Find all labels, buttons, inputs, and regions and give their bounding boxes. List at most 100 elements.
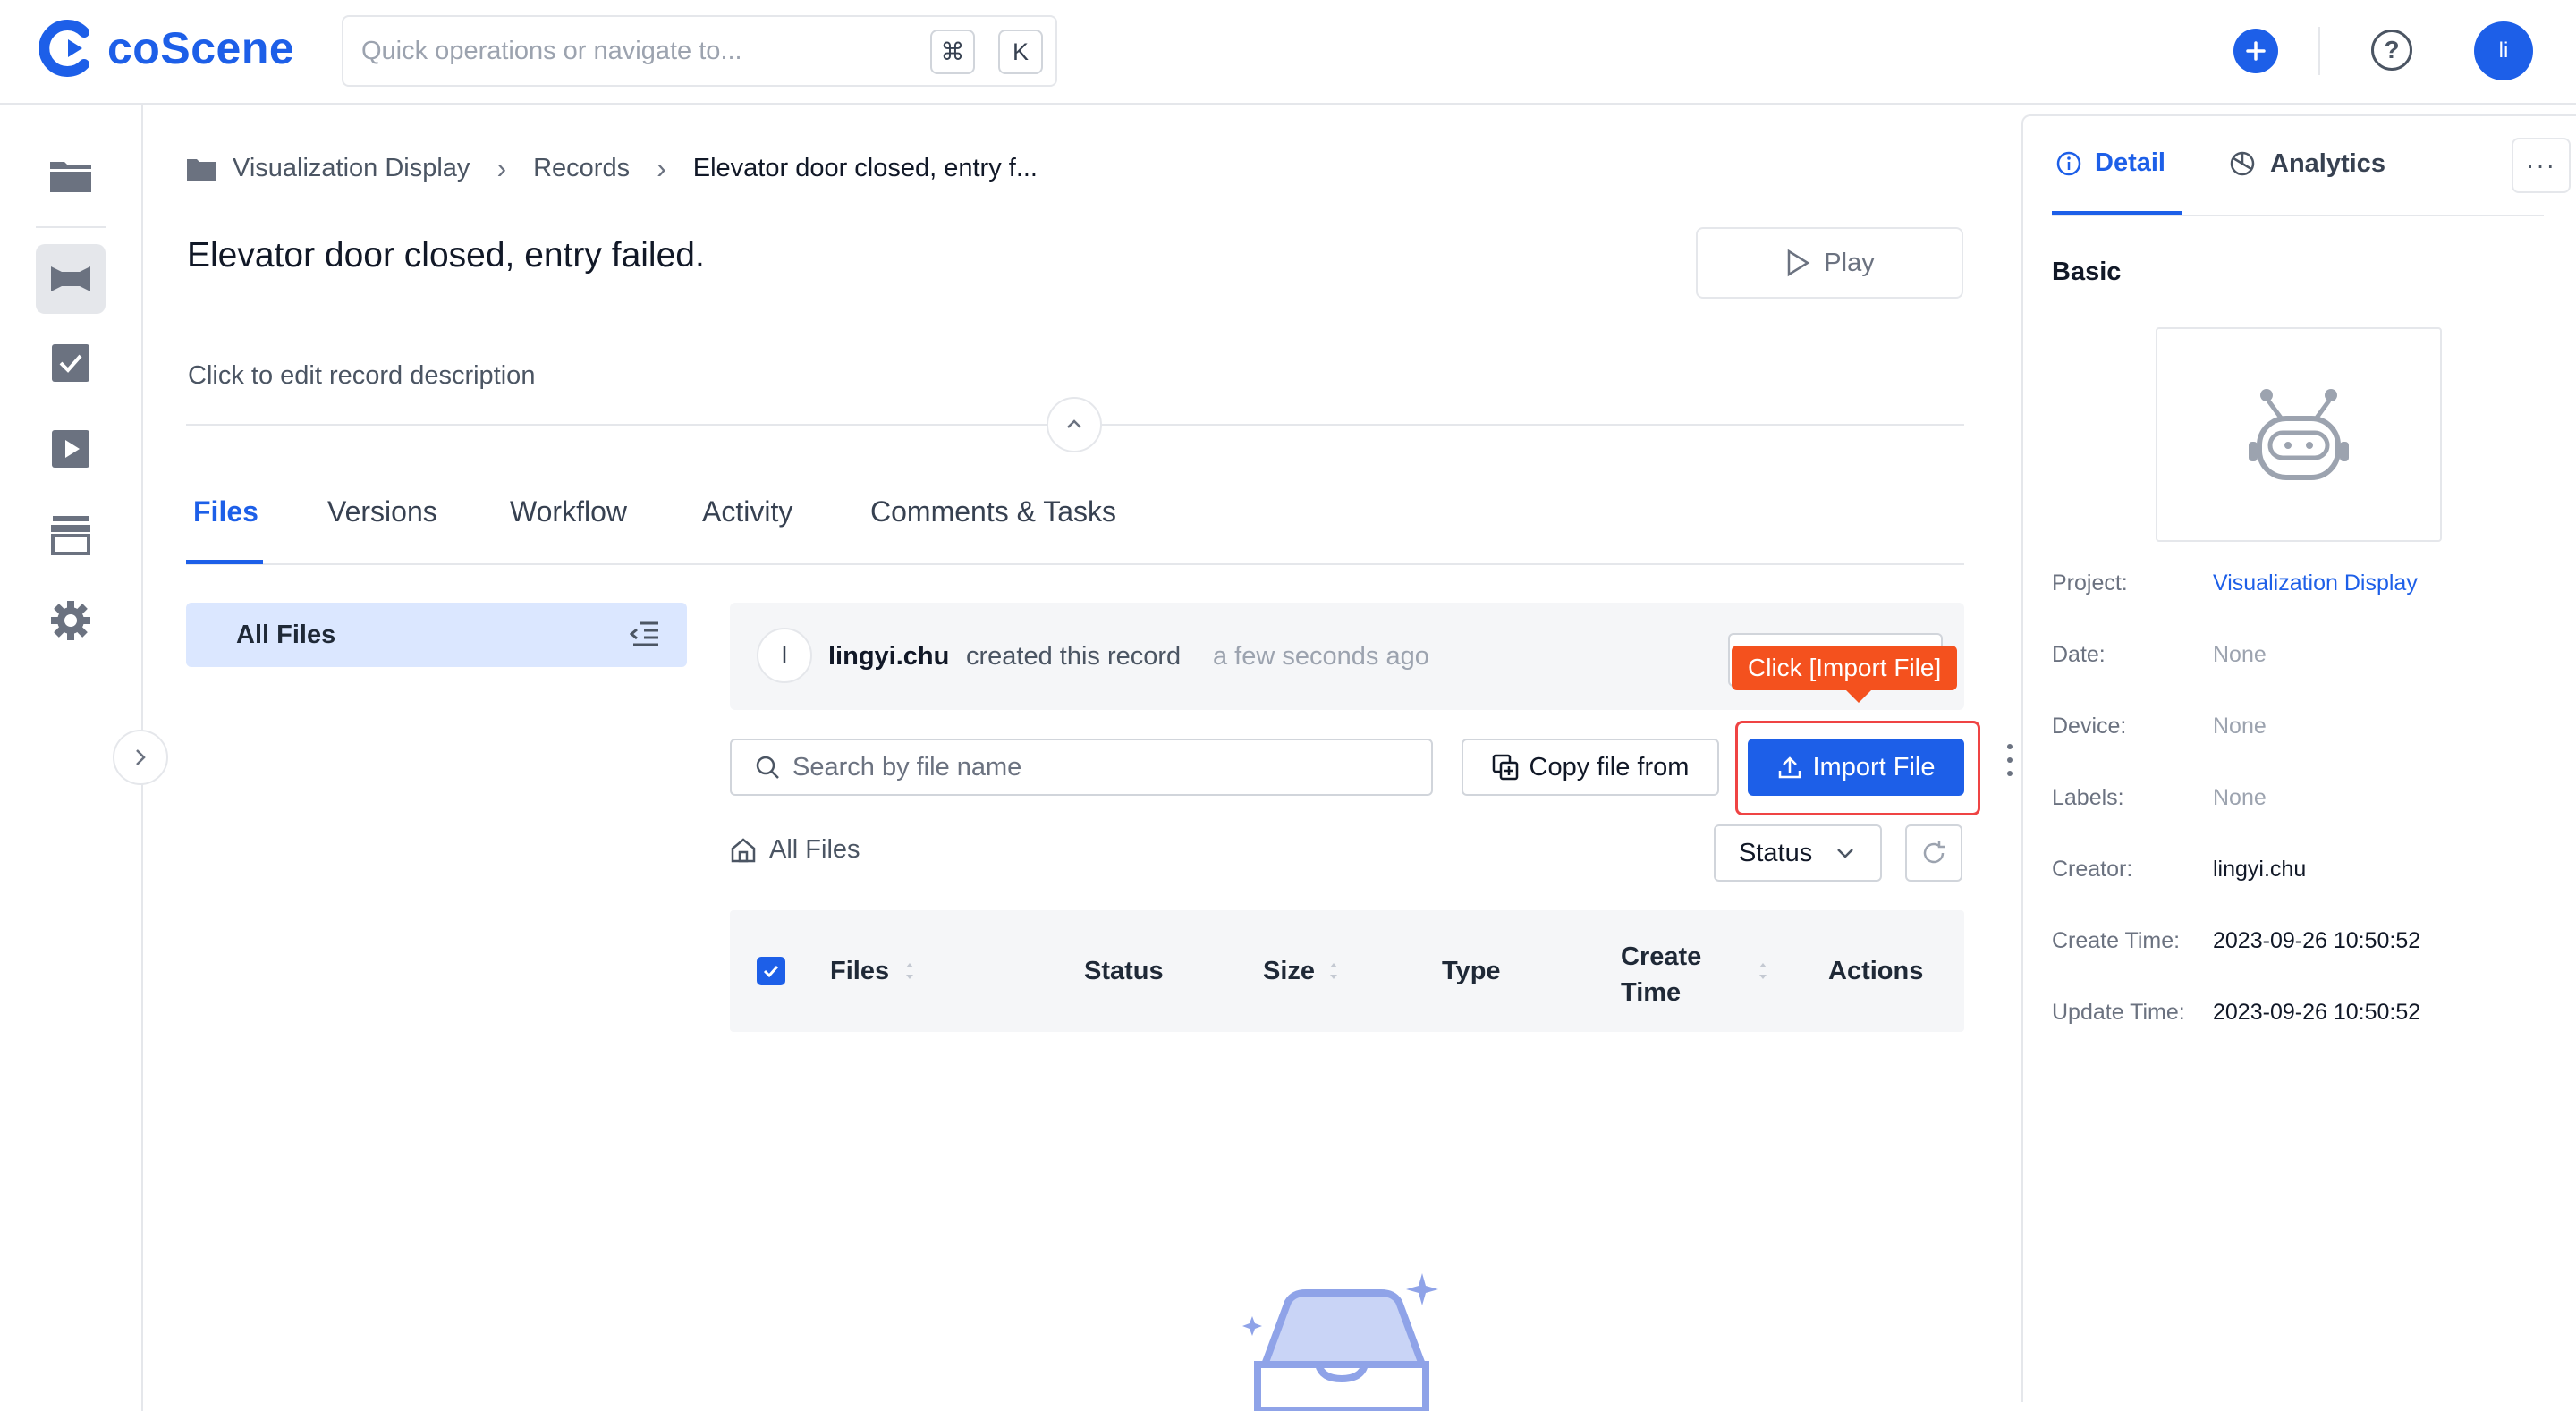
play-button[interactable]: Play (1696, 227, 1963, 299)
quick-search-placeholder: Quick operations or navigate to... (361, 36, 742, 65)
record-description[interactable]: Click to edit record description (188, 361, 535, 391)
analytics-icon (2230, 151, 2255, 176)
archive-icon (51, 516, 90, 555)
basic-section-title: Basic (2052, 258, 2122, 286)
play-icon (52, 430, 89, 468)
help-icon: ? (2384, 36, 2400, 63)
record-tabs: Files Versions Workflow Activity Comment… (186, 483, 1964, 565)
column-files[interactable]: Files (830, 957, 889, 986)
tab-detail-label: Detail (2095, 148, 2165, 177)
command-key: ⌘ (930, 30, 975, 74)
tab-activity[interactable]: Activity (702, 495, 792, 528)
sort-icon[interactable] (1757, 958, 1769, 984)
gear-icon (51, 601, 90, 640)
record-title[interactable]: Elevator door closed, entry failed. (187, 236, 705, 275)
chevron-up-icon (1067, 419, 1081, 428)
labels-label: Labels: (2052, 785, 2124, 810)
refresh-icon (1923, 841, 1945, 864)
plus-icon (2246, 41, 2266, 61)
nav-playback[interactable] (36, 414, 106, 484)
create-time-value: 2023-09-26 10:50:52 (2213, 928, 2421, 953)
file-search-input[interactable]: Search by file name (730, 739, 1433, 796)
nav-archive[interactable] (36, 500, 106, 570)
play-icon (1788, 249, 1810, 277)
sidebar-all-files[interactable]: All Files (186, 603, 687, 667)
collapse-description-button[interactable] (1046, 397, 1102, 452)
detail-tabs: Detail Analytics ··· (2052, 116, 2571, 216)
logo[interactable]: coScene (39, 20, 294, 77)
chevron-right-icon (136, 749, 146, 765)
breadcrumb: Visualization Display › Records › Elevat… (186, 152, 1038, 185)
info-icon (2056, 151, 2081, 175)
rail-separator (36, 226, 106, 228)
records-icon (51, 266, 90, 291)
quick-search-input[interactable]: Quick operations or navigate to... ⌘ K (342, 15, 1057, 87)
record-detail-panel: Detail Analytics ··· Basic Project: Visu… (2021, 114, 2576, 1402)
help-button[interactable]: ? (2371, 30, 2412, 71)
date-label: Date: (2052, 642, 2106, 667)
date-value[interactable]: None (2213, 642, 2267, 668)
column-size[interactable]: Size (1263, 957, 1315, 986)
files-table-header: Files Status Size Type Create Time Actio… (730, 910, 1964, 1032)
select-all-checkbox[interactable] (757, 957, 785, 985)
tab-files[interactable]: Files (193, 495, 258, 528)
chevron-right-icon: › (657, 152, 666, 184)
chevron-down-icon (1837, 849, 1854, 858)
file-path: All Files (730, 835, 860, 865)
status-filter-select[interactable]: Status (1714, 824, 1882, 882)
device-label: Device: (2052, 714, 2127, 739)
tab-detail[interactable]: Detail (2055, 148, 2165, 178)
search-icon (756, 756, 779, 779)
tasks-icon (52, 344, 89, 382)
nav-records[interactable] (36, 244, 106, 314)
active-detail-tab-indicator (2052, 211, 2182, 215)
tab-workflow[interactable]: Workflow (510, 495, 627, 528)
panel-resize-handle[interactable] (2005, 744, 2014, 776)
device-value[interactable]: None (2213, 714, 2267, 739)
expand-nav-button[interactable] (113, 730, 168, 785)
activity-user[interactable]: lingyi.chu (828, 642, 949, 672)
chevron-right-icon: › (496, 152, 507, 184)
breadcrumb-records[interactable]: Records (533, 154, 630, 183)
column-create-time[interactable]: Create Time (1621, 939, 1719, 1010)
tab-versions[interactable]: Versions (327, 495, 437, 528)
breadcrumb-project[interactable]: Visualization Display (233, 154, 470, 183)
copy-file-from-button[interactable]: Copy file from (1462, 739, 1719, 796)
tab-comments-tasks[interactable]: Comments & Tasks (870, 495, 1116, 528)
nav-projects[interactable] (36, 140, 106, 210)
more-options-button[interactable]: ··· (2512, 138, 2571, 193)
import-file-button[interactable]: Import File (1748, 739, 1964, 796)
column-type: Type (1442, 957, 1501, 985)
project-value[interactable]: Visualization Display (2213, 570, 2418, 596)
breadcrumb-current: Elevator door closed, entry f... (692, 154, 1038, 182)
labels-value[interactable]: None (2213, 785, 2267, 811)
active-tab-indicator (186, 560, 263, 564)
nav-settings[interactable] (36, 586, 106, 655)
sort-icon[interactable] (1327, 958, 1340, 984)
copy-icon (1492, 754, 1518, 781)
project-label: Project: (2052, 570, 2128, 596)
logo-text: coScene (107, 23, 295, 73)
user-avatar[interactable]: li (2474, 21, 2533, 80)
column-actions: Actions (1828, 957, 1924, 985)
sort-icon[interactable] (903, 958, 916, 984)
create-button[interactable] (2233, 29, 2278, 73)
create-time-label: Create Time: (2052, 928, 2181, 953)
robot-icon (2249, 389, 2349, 480)
file-path-label[interactable]: All Files (769, 835, 860, 865)
update-time-value: 2023-09-26 10:50:52 (2213, 1000, 2421, 1025)
creator-label: Creator: (2052, 857, 2133, 882)
activity-action: created this record (966, 642, 1182, 671)
refresh-button[interactable] (1905, 824, 1962, 882)
tab-analytics[interactable]: Analytics (2227, 148, 2385, 179)
activity-time: a few seconds ago (1213, 642, 1429, 671)
status-filter-label: Status (1739, 838, 1813, 867)
nav-tasks[interactable] (36, 328, 106, 398)
sidebar-all-files-label: All Files (236, 620, 336, 649)
logo-icon (39, 20, 89, 77)
list-collapse-icon[interactable] (630, 621, 660, 647)
home-icon[interactable] (730, 837, 757, 864)
top-bar: coScene Quick operations or navigate to.… (0, 0, 2576, 105)
folder-icon (187, 158, 216, 181)
play-label: Play (1824, 248, 1875, 277)
